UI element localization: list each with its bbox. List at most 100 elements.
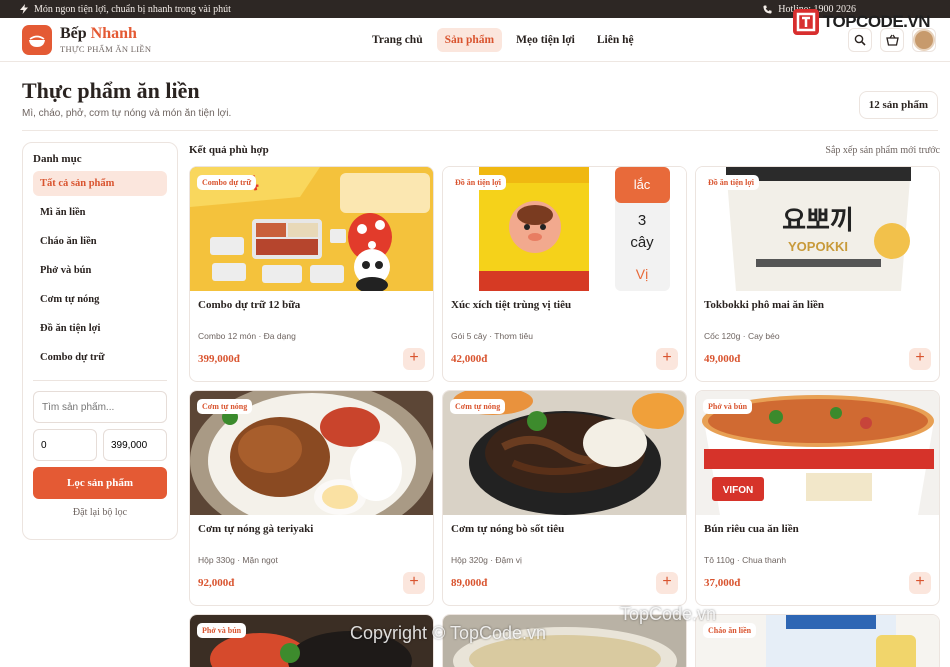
svg-text:3: 3 [638,212,646,229]
add-to-cart-button[interactable]: + [909,348,931,370]
product-tag: Phở và bún [197,623,247,638]
product-card[interactable]: -4 Combo dự trữ Combo dự trữ 12 bữa Com [189,166,434,382]
category-heading: Danh mục [33,153,82,165]
price-min-input[interactable] [33,429,97,461]
product-card[interactable]: lắc 3 cây Vị Đồ ăn tiện lợi Xúc xích tiệ… [442,166,687,382]
product-image: Cơm tự nóng [190,391,433,515]
price-max-input[interactable] [103,429,167,461]
price-range [33,429,167,461]
product-card[interactable]: Cơm tự nóng Cơm tự nóng bò sốt tiêu Hộp … [442,390,687,606]
product-tag: Đồ ăn tiện lợi [703,175,759,190]
product-tag: Phở và bún [703,399,753,414]
add-to-cart-button[interactable]: + [403,348,425,370]
svg-text:VIFON: VIFON [723,485,754,496]
product-image: VIFON Phở và bún [696,391,939,515]
brand-logo-link[interactable]: Bếp Nhanh THỰC PHẨM ĂN LIỀN [22,24,152,55]
sort-select[interactable]: Sắp xếp sản phẩm mới trước [825,145,940,156]
brand-name: Bếp Nhanh [60,24,151,42]
product-meta: Cốc 120g · Cay béo [704,331,780,341]
product-tag: Combo dự trữ [197,175,257,190]
product-meta: Tô 110g · Chua thanh [704,555,787,565]
product-name[interactable]: Combo dự trữ 12 bữa [190,299,433,311]
category-pho-bun[interactable]: Phở và bún [33,258,167,283]
basket-icon [885,34,899,46]
product-name[interactable]: Tokbokki phô mai ăn liền [696,299,939,311]
lightning-icon [20,4,28,14]
avatar [913,28,935,51]
product-tag: Đồ ăn tiện lợi [450,175,506,190]
nav-tips[interactable]: Mẹo tiện lợi [508,28,583,52]
site-header: Bếp Nhanh THỰC PHẨM ĂN LIỀN Trang chủ Sả… [0,18,950,62]
search-icon [854,34,866,46]
product-tag: Cơm tự nóng [197,399,253,414]
search-button[interactable] [848,27,872,52]
sidebar-divider [33,380,167,381]
product-grid: -4 Combo dự trữ Combo dự trữ 12 bữa Com [189,166,941,667]
product-image: Cơm tự nóng [443,391,686,515]
add-to-cart-button[interactable]: + [656,348,678,370]
product-name[interactable]: Xúc xích tiệt trùng vị tiêu [443,299,686,311]
bowl-logo-icon [22,24,52,55]
product-meta: Hộp 320g · Đậm vị [451,555,522,565]
product-price: 37,000đ [704,577,741,589]
svg-text:lắc: lắc [634,177,651,192]
page-heading: Thực phẩm ăn liền Mì, cháo, phở, cơm tự … [22,78,231,119]
category-self-heating-rice[interactable]: Cơm tự nóng [33,287,167,312]
svg-text:YOPOKKI: YOPOKKI [788,239,848,254]
product-image: -4 Combo dự trữ [190,167,433,291]
brand-name-part2: Nhanh [90,24,137,42]
product-card[interactable]: Cháo ăn liền [695,614,940,667]
product-card[interactable]: 요뽀끼 YOPOKKI Đồ ăn tiện lợi Tokbokki phô … [695,166,940,382]
svg-text:요뽀끼: 요뽀끼 [782,206,854,236]
product-tag: Cháo ăn liền [703,623,757,638]
promo-message: Món ngon tiện lợi, chuẩn bị nhanh trong … [20,4,231,15]
nav-home[interactable]: Trang chủ [364,28,431,52]
brand-subtitle: THỰC PHẨM ĂN LIỀN [60,43,152,54]
product-price: 399,000đ [198,353,240,365]
account-button[interactable] [912,27,936,52]
product-image: Cháo ăn liền [696,615,939,667]
brand-name-part1: Bếp [60,24,87,42]
product-meta: Combo 12 món · Đa dạng [198,331,296,341]
product-card[interactable]: Cơm tự nóng Cơm tự nóng gà teriyaki Hộp … [189,390,434,606]
page-description: Mì, cháo, phở, cơm tự nóng và món ăn tiệ… [22,108,232,119]
cart-button[interactable] [880,27,904,52]
product-price: 42,000đ [451,353,488,365]
category-convenience-food[interactable]: Đồ ăn tiện lợi [33,316,167,341]
category-all[interactable]: Tất cả sản phẩm [33,171,167,196]
header-actions [848,27,936,52]
nav-contact[interactable]: Liên hệ [589,28,642,52]
product-image: lắc 3 cây Vị Đồ ăn tiện lợi [443,167,686,291]
svg-text:cây: cây [630,234,654,251]
main-nav: Trang chủ Sản phẩm Mẹo tiện lợi Liên hệ [364,27,642,52]
filter-sidebar: Danh mục Tất cả sản phẩm Mì ăn liền Cháo… [22,142,178,540]
product-meta: Hộp 330g · Mặn ngọt [198,555,278,565]
add-to-cart-button[interactable]: + [656,572,678,594]
product-name[interactable]: Cơm tự nóng gà teriyaki [190,523,433,535]
page-title: Thực phẩm ăn liền [22,78,200,103]
category-combo[interactable]: Combo dự trữ [33,345,167,370]
category-instant-porridge[interactable]: Cháo ăn liền [33,229,167,254]
divider [22,130,938,131]
product-price: 49,000đ [704,353,741,365]
product-name[interactable]: Bún riêu cua ăn liền [696,523,939,535]
product-count-badge: 12 sản phẩm [858,91,938,119]
copyright-watermark: Copyright © TopCode.vn [350,623,547,643]
phone-icon [763,4,772,14]
category-instant-noodles[interactable]: Mì ăn liền [33,200,167,225]
product-price: 92,000đ [198,577,235,589]
nav-products[interactable]: Sản phẩm [436,27,503,52]
product-search-input[interactable] [33,391,167,423]
watermark-text: TopCode.vn [620,604,717,624]
reset-filter-link[interactable]: Đặt lại bộ lọc [33,507,167,518]
results-heading: Kết quả phù hợp [189,144,269,156]
add-to-cart-button[interactable]: + [909,572,931,594]
filter-button[interactable]: Lọc sản phẩm [33,467,167,499]
svg-text:Vị: Vị [636,266,648,282]
add-to-cart-button[interactable]: + [403,572,425,594]
product-meta: Gói 5 cây · Thơm tiêu [451,331,533,341]
product-price: 89,000đ [451,577,488,589]
product-name[interactable]: Cơm tự nóng bò sốt tiêu [443,523,686,535]
product-tag: Cơm tự nóng [450,399,506,414]
product-card[interactable]: VIFON Phở và bún Bún riêu cua ăn liền Tô… [695,390,940,606]
